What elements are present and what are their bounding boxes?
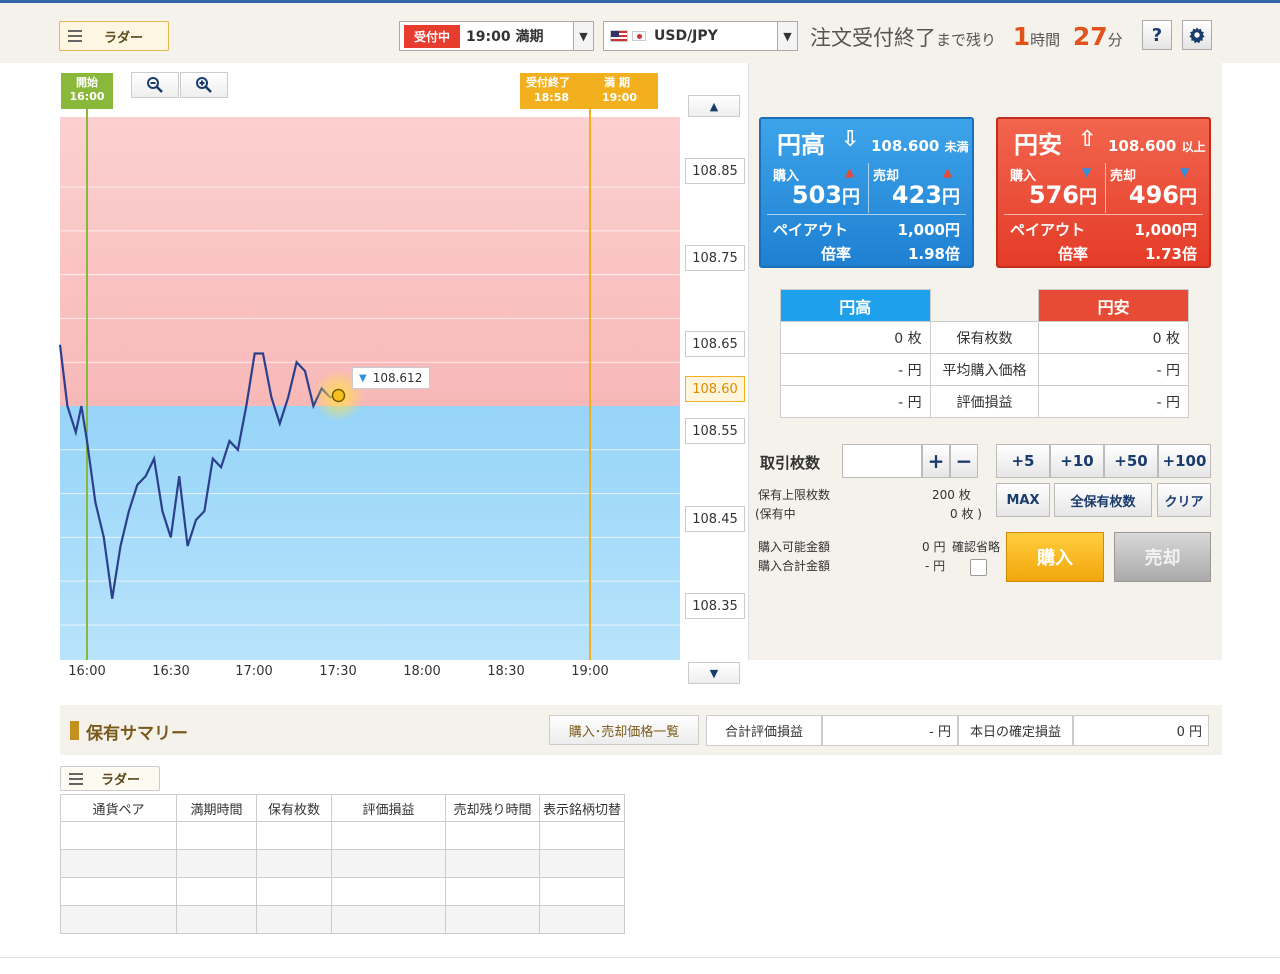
col-header: 売却残り時間: [445, 794, 540, 822]
scroll-down-button[interactable]: ▼: [688, 662, 740, 684]
summary-ladder-button[interactable]: ラダー: [60, 766, 160, 791]
held-label: (保有中: [755, 507, 796, 521]
holdings-row-label: 評価損益: [929, 385, 1040, 418]
max-button[interactable]: MAX: [996, 483, 1050, 517]
total-pl-label: 合計評価損益: [706, 715, 822, 746]
up-triangle-icon: ▲: [943, 165, 953, 179]
x-tick: 18:00: [403, 664, 441, 679]
low-zone: [60, 406, 680, 660]
y-tick: 108.85: [685, 158, 745, 184]
total-amount-label: 購入合計金額: [758, 559, 831, 573]
quantity-minus-button[interactable]: −: [950, 444, 978, 478]
table-row: [60, 905, 625, 934]
x-tick: 17:30: [319, 664, 357, 679]
x-tick: 17:00: [235, 664, 273, 679]
holdings-row-label: 保有枚数: [929, 321, 1040, 354]
holdings-cell: - 円: [1038, 353, 1189, 386]
high-card[interactable]: 円高 ⇩ 108.600 未満 購入 ▲ 売却 ▲ 503円 423円 ペイアウ…: [759, 117, 974, 268]
clear-button[interactable]: クリア: [1157, 483, 1211, 517]
all-held-button[interactable]: 全保有枚数: [1054, 483, 1152, 517]
help-icon: ?: [1151, 24, 1163, 46]
holdings-row-label: 平均購入価格: [929, 353, 1040, 386]
total-amount-value: - 円: [925, 559, 946, 573]
countdown: 注文受付終了まで残り 1時間 27分: [810, 22, 1123, 51]
x-tick: 16:00: [68, 664, 106, 679]
y-tick: 108.35: [685, 593, 745, 619]
section-marker: [70, 721, 79, 740]
available-amount-label: 購入可能金額: [758, 540, 831, 554]
settings-button[interactable]: [1182, 20, 1212, 50]
holdings-cell: 0 枚: [1038, 321, 1189, 354]
available-amount-value: 0 円: [922, 540, 946, 554]
up-arrow-icon: ▲: [709, 99, 719, 113]
held-value: 0 枚 ): [950, 507, 982, 521]
col-header: 保有枚数: [256, 794, 332, 822]
y-tick: 108.55: [685, 418, 745, 444]
x-tick: 16:30: [152, 664, 190, 679]
limit-label: 保有上限枚数: [758, 488, 831, 502]
holdings-low-header: 円安: [1038, 289, 1189, 322]
high-sell-price[interactable]: 423円: [892, 181, 960, 209]
today-pl-label: 本日の確定損益: [958, 715, 1073, 746]
down-triangle-icon: ▼: [359, 372, 367, 384]
total-pl-value: - 円: [822, 715, 958, 746]
x-tick: 19:00: [571, 664, 609, 679]
buy-button[interactable]: 購入: [1006, 532, 1104, 582]
start-marker: 開始 16:00: [61, 73, 113, 109]
current-price-dot: [331, 388, 346, 403]
list-icon: [69, 772, 83, 785]
up-triangle-icon: ▲: [845, 165, 855, 179]
holdings-high-header: 円高: [780, 289, 931, 322]
help-button[interactable]: ?: [1142, 20, 1172, 50]
holdings-table: 円高 円安 0 枚 保有枚数 0 枚 - 円 平均購入価格 - 円 - 円 評価…: [780, 289, 1189, 418]
limit-value: 200 枚: [932, 488, 971, 502]
quantity-plus-button[interactable]: +: [922, 444, 950, 478]
sell-button[interactable]: 売却: [1114, 532, 1211, 582]
y-tick: 108.75: [685, 245, 745, 271]
col-header: 満期時間: [176, 794, 257, 822]
table-row: [60, 877, 625, 906]
summary-title: 保有サマリー: [86, 724, 188, 744]
positions-table: 通貨ペア 満期時間 保有枚数 評価損益 売却残り時間 表示銘柄切替: [60, 794, 625, 934]
down-triangle-icon: ▼: [1082, 165, 1092, 179]
gear-icon: [1189, 27, 1205, 44]
down-triangle-icon: ▼: [1180, 165, 1190, 179]
high-buy-price[interactable]: 503円: [792, 181, 860, 209]
up-arrow-icon: ⇧: [1078, 127, 1097, 152]
price-list-button[interactable]: 購入･売却価格一覧: [549, 715, 699, 745]
down-arrow-icon: ▼: [709, 666, 719, 680]
low-buy-price[interactable]: 576円: [1029, 181, 1097, 209]
today-pl-value: 0 円: [1073, 715, 1209, 746]
col-header: 表示銘柄切替: [539, 794, 625, 822]
skip-confirm-label: 確認省略: [952, 540, 1001, 554]
col-header: 評価損益: [331, 794, 446, 822]
quick-add-100-button[interactable]: +100: [1158, 444, 1211, 478]
x-tick: 18:30: [487, 664, 525, 679]
down-arrow-icon: ⇩: [841, 127, 860, 152]
current-price-label: ▼ 108.612: [352, 367, 430, 389]
scroll-up-button[interactable]: ▲: [688, 95, 740, 117]
chevron-down-icon: ▼: [777, 22, 797, 50]
expiry-marker: 受付終了 18:58 満 期 19:00: [520, 73, 658, 109]
quantity-input[interactable]: [842, 444, 922, 478]
col-header: 通貨ペア: [60, 794, 177, 822]
strike-price-tag: 108.60: [685, 376, 745, 402]
holdings-cell: - 円: [1038, 385, 1189, 418]
quick-add-50-button[interactable]: +50: [1104, 444, 1158, 478]
y-tick: 108.45: [685, 506, 745, 532]
quick-add-5-button[interactable]: +5: [996, 444, 1050, 478]
table-row: [60, 821, 625, 850]
footer-divider: [0, 957, 1280, 958]
skip-confirm-checkbox[interactable]: [970, 559, 987, 576]
table-row: [60, 849, 625, 878]
holdings-cell: 0 枚: [780, 321, 931, 354]
quantity-label: 取引枚数: [760, 454, 821, 472]
low-card[interactable]: 円安 ⇧ 108.600 以上 購入 ▼ 売却 ▼ 576円 496円 ペイアウ…: [996, 117, 1211, 268]
holdings-cell: - 円: [780, 353, 931, 386]
quick-add-10-button[interactable]: +10: [1050, 444, 1104, 478]
holdings-cell: - 円: [780, 385, 931, 418]
low-sell-price[interactable]: 496円: [1129, 181, 1197, 209]
y-tick: 108.65: [685, 331, 745, 357]
